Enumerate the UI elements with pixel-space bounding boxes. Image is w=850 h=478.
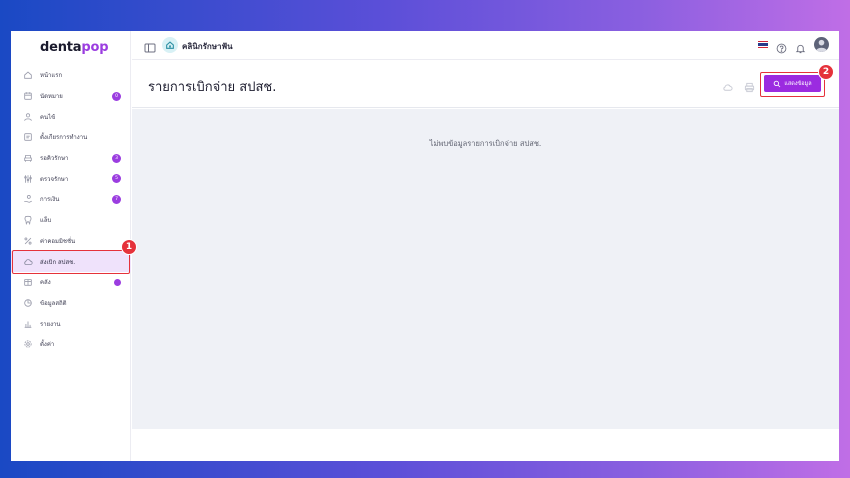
thai-flag-icon[interactable]: [758, 41, 768, 48]
sidebar-item-appointments[interactable]: นัดหมาย 0: [11, 86, 131, 107]
logo[interactable]: dentapop: [40, 40, 109, 55]
user-icon: [22, 111, 33, 122]
sidebar-item-label: รายงาน: [40, 320, 61, 328]
id-card-icon: [22, 132, 33, 143]
sidebar-item-statistics[interactable]: ข้อมูลสถิติ: [11, 293, 131, 314]
sidebar-item-label: คนไข้: [40, 113, 56, 121]
step-2-badge: 2: [818, 64, 834, 80]
sidebar-item-reports[interactable]: รายงาน: [11, 313, 131, 334]
chart-circle-icon: [22, 297, 33, 308]
page-header: รายการเบิกจ่าย สปสช. แสดงข้อมูล: [132, 61, 839, 108]
sidebar-item-label: คลัง: [40, 279, 51, 287]
avatar[interactable]: [814, 37, 829, 52]
count-badge: 5: [112, 174, 121, 184]
count-badge: 3: [112, 153, 121, 163]
page-title: รายการเบิกจ่าย สปสช.: [148, 80, 277, 95]
print-icon[interactable]: [744, 78, 755, 93]
footer: [132, 429, 839, 461]
tools-icon: [22, 173, 33, 184]
count-badge: 0: [112, 91, 121, 101]
sidebar-item-label: หน้าแรก: [40, 72, 63, 80]
step-1-badge: 1: [121, 239, 137, 255]
hand-coin-icon: [22, 194, 33, 205]
calendar-icon: [22, 91, 33, 102]
content-area: ไม่พบข้อมูลรายการเบิกจ่าย สปสช.: [132, 109, 839, 429]
count-badge: 7: [112, 195, 121, 205]
sidebar-item-label: ค่าคอมมิชชั่น: [40, 237, 76, 245]
armchair-icon: [22, 153, 33, 164]
percent-icon: [22, 235, 33, 246]
sidebar-item-label: นัดหมาย: [40, 93, 63, 101]
sidebar-item-treatment[interactable]: ตรวจรักษา 5: [11, 168, 131, 189]
sidebar-item-home[interactable]: หน้าแรก: [11, 65, 131, 86]
sidebar-item-label: ตรวจรักษา: [40, 175, 69, 183]
topbar: คลินิกรักษาฟัน: [132, 31, 839, 60]
notification-dot: [114, 278, 121, 286]
sidebar-item-label: แล็บ: [40, 217, 52, 225]
empty-state-message: ไม่พบข้อมูลรายการเบิกจ่าย สปสช.: [429, 139, 542, 148]
help-icon[interactable]: [776, 39, 787, 54]
clinic-name[interactable]: คลินิกรักษาฟัน: [182, 40, 233, 53]
gear-icon: [22, 339, 33, 350]
clinic-home-icon: [162, 37, 178, 53]
highlight-box-step-2: [760, 72, 825, 97]
sidebar-item-queue[interactable]: รอคิวรักษา 3: [11, 148, 131, 169]
sidebar-item-commission[interactable]: ค่าคอมมิชชั่น: [11, 231, 131, 252]
logo-accent: pop: [81, 40, 109, 55]
sidebar-item-settings[interactable]: ตั้งค่า: [11, 334, 131, 355]
sidebar-item-label: ข้อมูลสถิติ: [40, 299, 67, 307]
topbar-actions: [758, 37, 829, 54]
sidebar-item-label: การเงิน: [40, 196, 60, 204]
home-icon: [22, 70, 33, 81]
sidebar-nav: หน้าแรก นัดหมาย 0 คนไข้ ตั้งเกียรการทำงา…: [11, 65, 131, 355]
tooth-icon: [22, 215, 33, 226]
cloud-upload-icon[interactable]: [722, 78, 733, 91]
sidebar-item-label: รอคิวรักษา: [40, 155, 69, 163]
sidebar-item-inventory[interactable]: คลัง: [11, 272, 131, 293]
sidebar-item-label: ตั้งค่า: [40, 341, 55, 349]
sidebar-item-finance[interactable]: การเงิน 7: [11, 189, 131, 210]
box-icon: [22, 277, 33, 288]
sidebar: dentapop หน้าแรก นัดหมาย 0 คนไข้ ตั้งเกี…: [11, 31, 131, 461]
sidebar-item-patients[interactable]: คนไข้: [11, 106, 131, 127]
logo-main: denta: [40, 40, 82, 55]
bell-icon[interactable]: [795, 39, 806, 54]
sidebar-item-work-setup[interactable]: ตั้งเกียรการทำงาน: [11, 127, 131, 148]
sidebar-item-lab[interactable]: แล็บ: [11, 210, 131, 231]
sidebar-toggle-icon[interactable]: [144, 39, 156, 53]
sidebar-item-label: ตั้งเกียรการทำงาน: [40, 134, 88, 142]
bar-chart-icon: [22, 318, 33, 329]
highlight-box-step-1: [12, 250, 130, 274]
